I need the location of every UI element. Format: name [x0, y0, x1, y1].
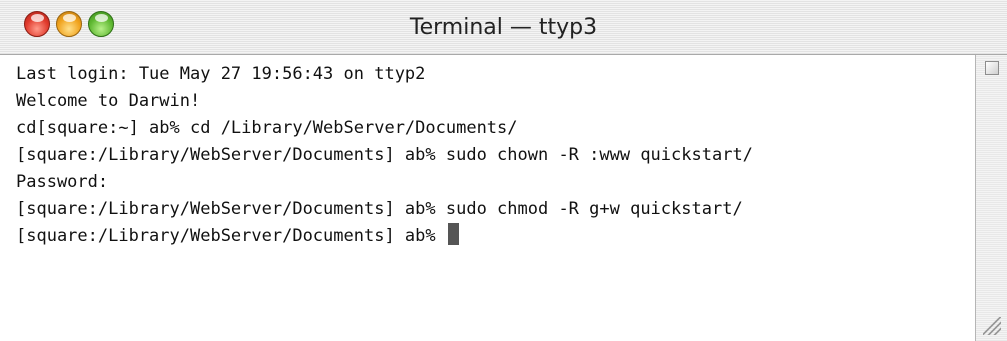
terminal-line: Last login: Tue May 27 19:56:43 on ttyp2 — [16, 64, 426, 84]
text-cursor-icon — [447, 223, 459, 245]
resize-grip-icon[interactable] — [983, 317, 1001, 335]
terminal-line: [square:/Library/WebServer/Documents] ab… — [16, 145, 753, 165]
scroll-indicator-icon[interactable] — [985, 61, 999, 75]
terminal-line: cd[square:~] ab% cd /Library/WebServer/D… — [16, 118, 518, 138]
terminal-content[interactable]: Last login: Tue May 27 19:56:43 on ttyp2… — [0, 55, 975, 341]
title-bar[interactable]: Terminal — ttyp3 — [0, 0, 1007, 55]
terminal-line: [square:/Library/WebServer/Documents] ab… — [16, 199, 743, 219]
window-title: Terminal — ttyp3 — [409, 15, 598, 40]
terminal-window: Terminal — ttyp3 Last login: Tue May 27 … — [0, 0, 1007, 341]
terminal-line: Password: — [16, 172, 109, 192]
terminal-prompt-line: [square:/Library/WebServer/Documents] ab… — [16, 223, 753, 250]
vertical-scrollbar[interactable] — [975, 55, 1007, 341]
terminal-output: Last login: Tue May 27 19:56:43 on ttyp2… — [16, 61, 753, 250]
terminal-prompt: [square:/Library/WebServer/Documents] ab… — [16, 226, 436, 246]
terminal-line: Welcome to Darwin! — [16, 91, 201, 111]
